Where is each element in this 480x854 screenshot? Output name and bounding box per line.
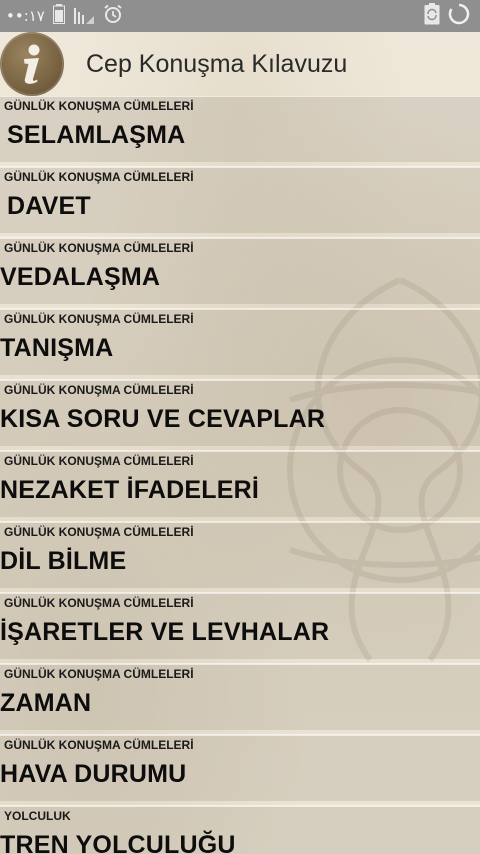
info-icon[interactable] <box>0 32 64 96</box>
list-item-category: GÜNLÜK KONUŞMA CÜMLELERİ <box>4 596 194 610</box>
loading-icon <box>448 3 470 30</box>
list-item[interactable]: GÜNLÜK KONUŞMA CÜMLELERİ VEDALAŞMA <box>0 238 480 309</box>
list-item[interactable]: GÜNLÜK KONUŞMA CÜMLELERİ DAVET <box>0 167 480 238</box>
list-item-title: NEZAKET İFADELERİ <box>0 476 259 504</box>
list-item-category: GÜNLÜK KONUŞMA CÜMLELERİ <box>4 241 194 255</box>
sync-icon <box>424 2 440 30</box>
list-item-title: TANIŞMA <box>0 334 114 362</box>
list-item-category: GÜNLÜK KONUŞMA CÜMLELERİ <box>4 383 194 397</box>
list-item-category: GÜNLÜK KONUŞMA CÜMLELERİ <box>4 99 194 113</box>
status-time: ••:١٧ <box>6 7 45 25</box>
list-item-category: GÜNLÜK KONUŞMA CÜMLELERİ <box>4 170 194 184</box>
list-item-title: SELAMLAŞMA <box>7 121 186 149</box>
list-item-category: GÜNLÜK KONUŞMA CÜMLELERİ <box>4 312 194 326</box>
list-item-category: GÜNLÜK KONUŞMA CÜMLELERİ <box>4 454 194 468</box>
list-item-category: GÜNLÜK KONUŞMA CÜMLELERİ <box>4 667 194 681</box>
list-item-title: KISA SORU VE CEVAPLAR <box>0 405 326 433</box>
list-item-title: HAVA DURUMU <box>0 760 187 788</box>
list-item[interactable]: GÜNLÜK KONUŞMA CÜMLELERİ KISA SORU VE CEV… <box>0 380 480 451</box>
list-item[interactable]: GÜNLÜK KONUŞMA CÜMLELERİ SELAMLAŞMA <box>0 96 480 167</box>
list-item-category: YOLCULUK <box>4 809 71 823</box>
alarm-icon <box>103 4 123 29</box>
list-item-category: GÜNLÜK KONUŞMA CÜMLELERİ <box>4 738 194 752</box>
list-item-title: VEDALAŞMA <box>0 263 161 291</box>
list-item-title: ZAMAN <box>0 689 92 717</box>
list-item[interactable]: GÜNLÜK KONUŞMA CÜMLELERİ DİL BİLME <box>0 522 480 593</box>
list-item-category: GÜNLÜK KONUŞMA CÜMLELERİ <box>4 525 194 539</box>
app-header: Cep Konuşma Kılavuzu <box>0 32 480 96</box>
signal-icon <box>73 4 95 29</box>
list-item[interactable]: GÜNLÜK KONUŞMA CÜMLELERİ TANIŞMA <box>0 309 480 380</box>
list-item[interactable]: GÜNLÜK KONUŞMA CÜMLELERİ NEZAKET İFADELER… <box>0 451 480 522</box>
list-item-title: İŞARETLER VE LEVHALAR <box>0 618 330 646</box>
list-item[interactable]: YOLCULUK TREN YOLCULUĞU <box>0 806 480 854</box>
list-item[interactable]: GÜNLÜK KONUŞMA CÜMLELERİ İŞARETLER VE LEV… <box>0 593 480 664</box>
status-bar: ••:١٧ <box>0 0 480 32</box>
list-item[interactable]: GÜNLÜK KONUŞMA CÜMLELERİ ZAMAN <box>0 664 480 735</box>
topic-list: GÜNLÜK KONUŞMA CÜMLELERİ SELAMLAŞMA GÜNLÜK… <box>0 96 480 854</box>
list-item-title: DAVET <box>7 192 91 220</box>
list-item[interactable]: GÜNLÜK KONUŞMA CÜMLELERİ HAVA DURUMU <box>0 735 480 806</box>
app-title: Cep Konuşma Kılavuzu <box>86 49 348 78</box>
battery-icon <box>52 3 65 29</box>
list-item-title: TREN YOLCULUĞU <box>0 831 236 854</box>
list-item-title: DİL BİLME <box>0 547 127 575</box>
